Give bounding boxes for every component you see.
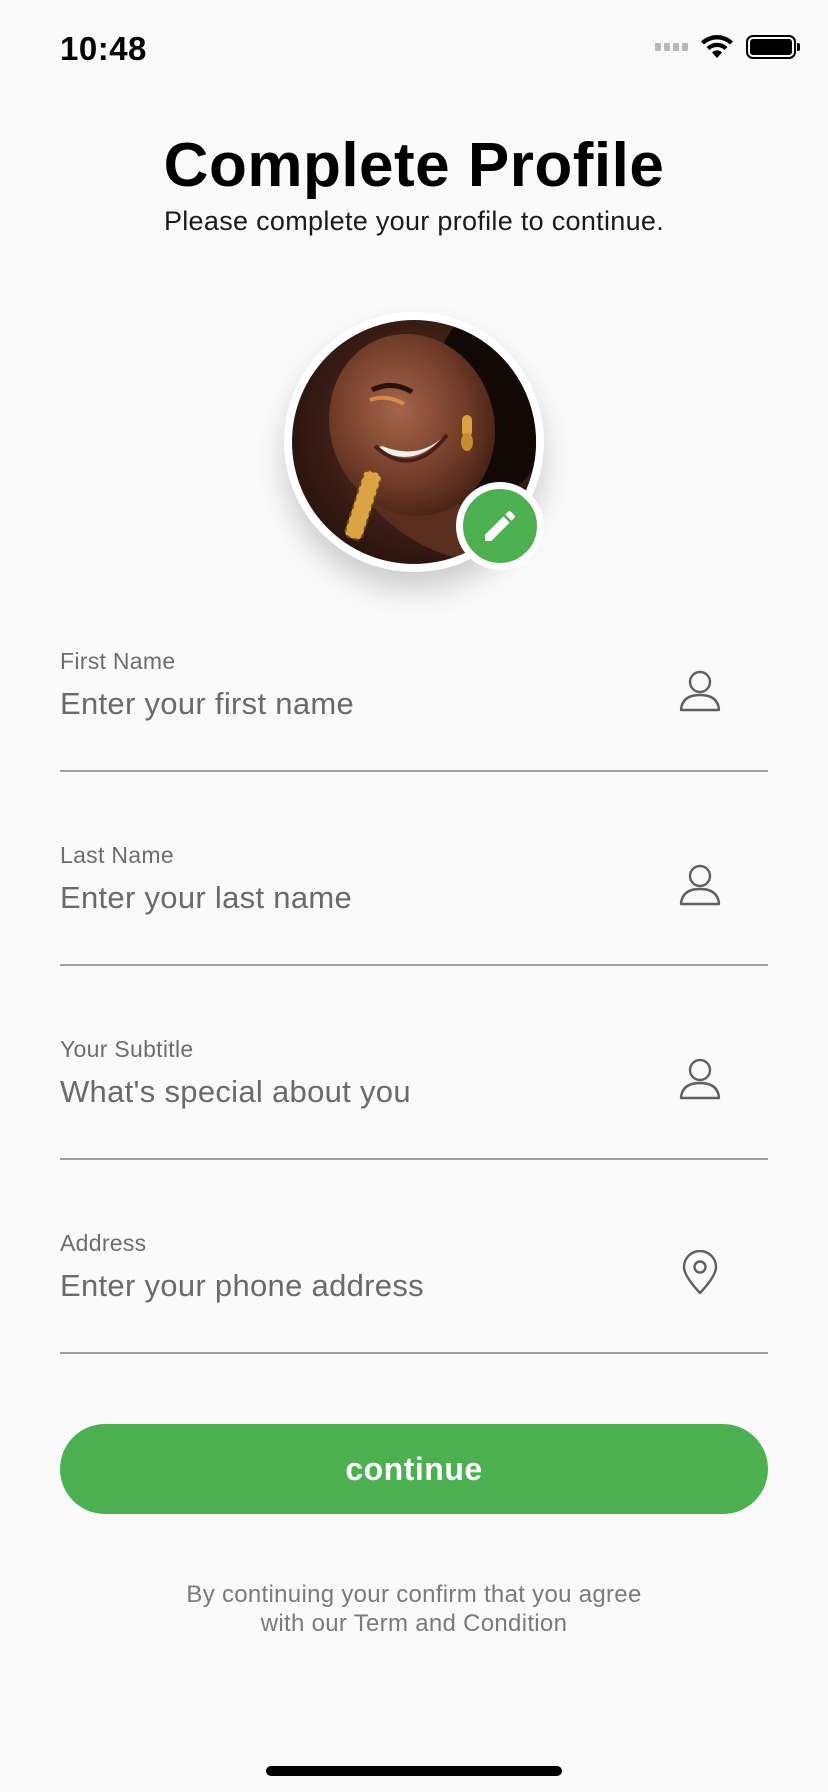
location-pin-icon: [678, 1249, 722, 1296]
user-icon: [678, 1056, 722, 1102]
user-icon: [678, 668, 722, 714]
continue-button[interactable]: continue: [60, 1424, 768, 1514]
address-label: Address: [60, 1230, 147, 1256]
last-name-field: Last Name: [60, 842, 768, 966]
subtitle-input[interactable]: [60, 1070, 660, 1114]
page-title: Complete Profile: [163, 131, 665, 200]
wifi-icon: [701, 35, 733, 58]
complete-profile-screen: 10:48 Complete Profile Please complete y…: [0, 0, 828, 1792]
address-input[interactable]: [60, 1264, 660, 1308]
terms-notice: By continuing your confirm that you agre…: [0, 1580, 828, 1638]
battery-icon: [746, 35, 800, 59]
last-name-input[interactable]: [60, 876, 660, 920]
terms-line-2[interactable]: with our Term and Condition: [0, 1609, 828, 1638]
home-indicator[interactable]: [266, 1766, 562, 1776]
status-time: 10:48: [60, 30, 147, 67]
address-field: Address: [60, 1230, 768, 1354]
edit-avatar-button[interactable]: [456, 482, 544, 570]
status-icons: [655, 34, 800, 60]
first-name-label: First Name: [60, 648, 176, 674]
first-name-input[interactable]: [60, 682, 660, 726]
subtitle-field: Your Subtitle: [60, 1036, 768, 1160]
last-name-label: Last Name: [60, 842, 174, 868]
first-name-field: First Name: [60, 648, 768, 772]
signal-icon: [655, 43, 688, 51]
user-icon: [678, 862, 722, 908]
terms-line-1: By continuing your confirm that you agre…: [186, 1581, 642, 1608]
subtitle-label: Your Subtitle: [60, 1036, 194, 1062]
profile-avatar[interactable]: [284, 312, 544, 572]
page-subtitle: Please complete your profile to continue…: [163, 206, 665, 236]
pencil-icon: [485, 510, 516, 541]
